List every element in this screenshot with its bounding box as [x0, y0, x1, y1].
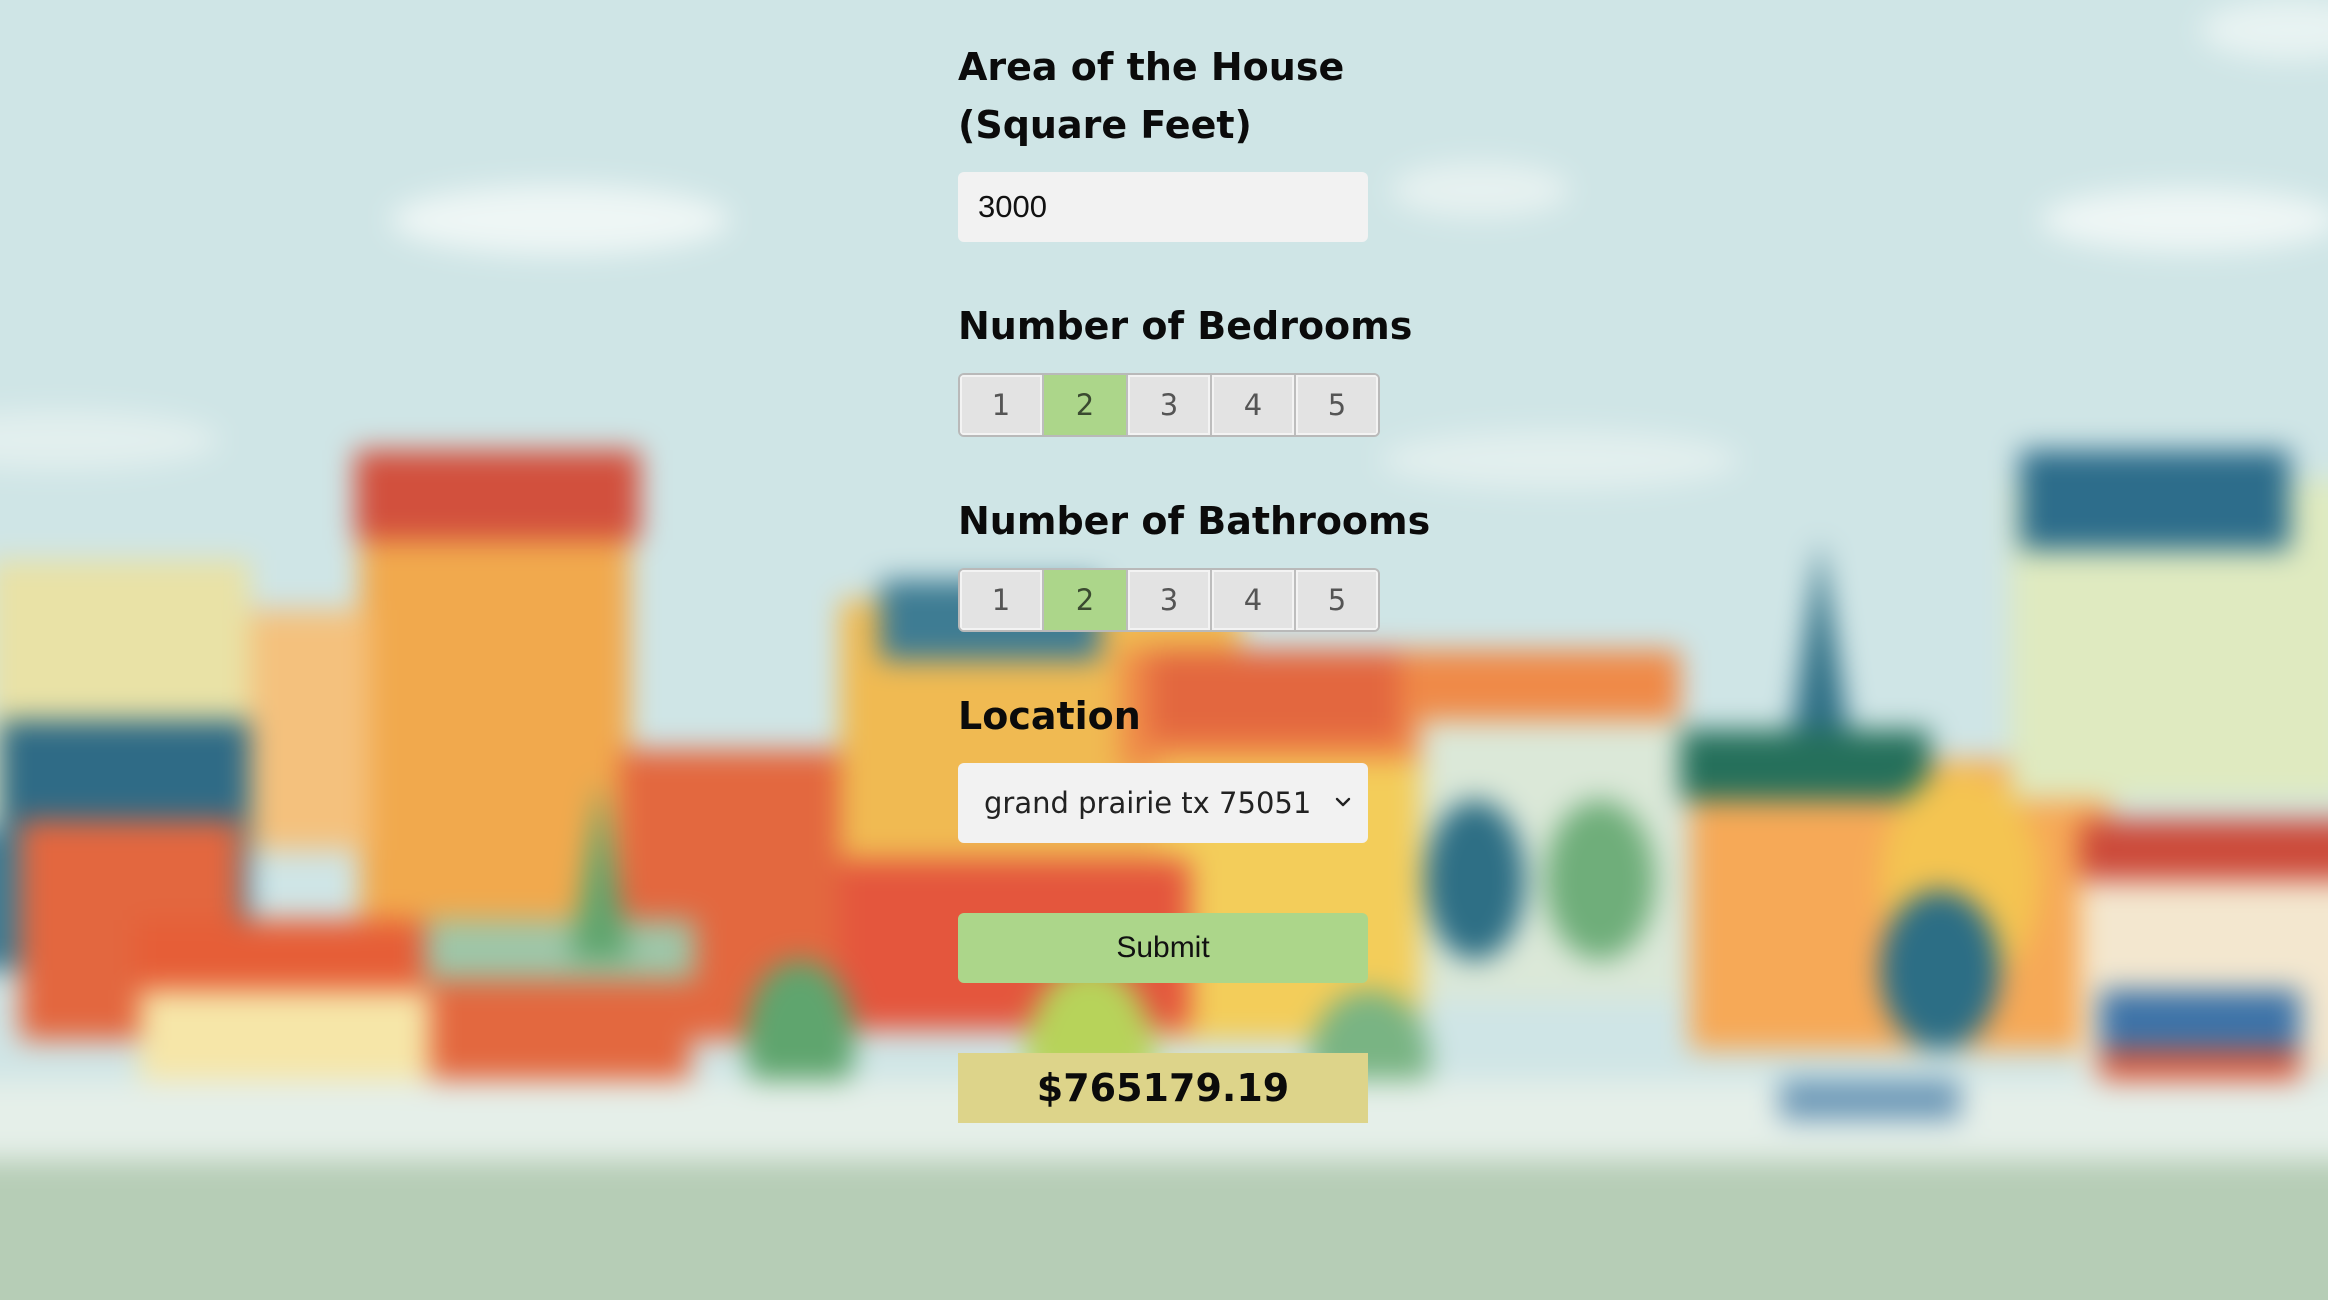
bedrooms-selector: 1 2 3 4 5: [958, 373, 1380, 437]
page: Area of the House (Square Feet) Number o…: [0, 0, 2328, 1300]
estimated-price-result: $765179.19: [958, 1053, 1368, 1123]
bedrooms-option-5[interactable]: 5: [1296, 375, 1378, 435]
bathrooms-option-2[interactable]: 2: [1044, 570, 1128, 630]
bathrooms-label: Number of Bathrooms: [958, 499, 1431, 543]
prediction-form: Area of the House (Square Feet) Number o…: [958, 38, 1518, 1123]
area-label: Area of the House (Square Feet): [958, 45, 1345, 147]
bathrooms-option-3[interactable]: 3: [1128, 570, 1212, 630]
bedrooms-option-3[interactable]: 3: [1128, 375, 1212, 435]
bedrooms-option-1[interactable]: 1: [960, 375, 1044, 435]
location-select-value: grand prairie tx 75051: [984, 786, 1312, 820]
bathrooms-option-1[interactable]: 1: [960, 570, 1044, 630]
location-select[interactable]: grand prairie tx 75051: [958, 763, 1368, 843]
bedrooms-label: Number of Bedrooms: [958, 304, 1413, 348]
submit-button[interactable]: Submit: [958, 913, 1368, 983]
bathrooms-option-4[interactable]: 4: [1212, 570, 1296, 630]
bedrooms-option-2[interactable]: 2: [1044, 375, 1128, 435]
bathrooms-selector: 1 2 3 4 5: [958, 568, 1380, 632]
area-input[interactable]: [958, 172, 1368, 242]
chevron-down-icon: [1335, 797, 1351, 807]
bedrooms-option-4[interactable]: 4: [1212, 375, 1296, 435]
location-label: Location: [958, 694, 1141, 738]
bathrooms-option-5[interactable]: 5: [1296, 570, 1378, 630]
